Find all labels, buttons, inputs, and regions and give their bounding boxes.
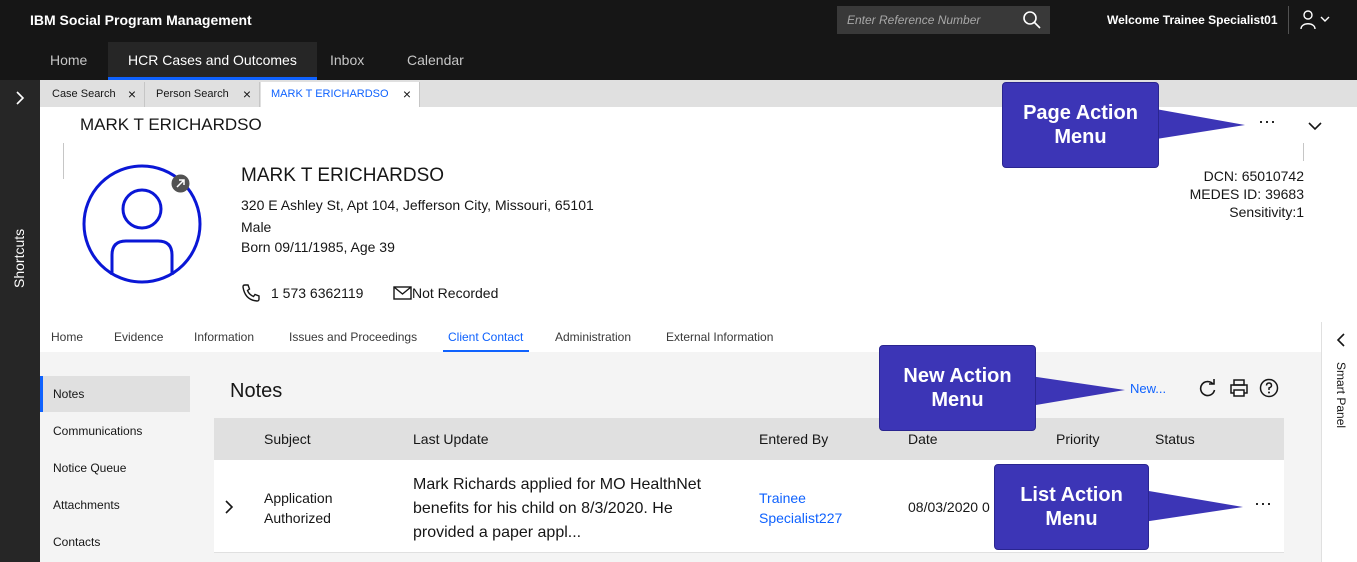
sensitivity-value: Sensitivity:1 xyxy=(1229,204,1304,220)
person-address: 320 E Ashley St, Apt 104, Jefferson City… xyxy=(241,197,594,213)
dcn-value: DCN: 65010742 xyxy=(1203,168,1304,184)
shortcuts-label[interactable]: Shortcuts xyxy=(11,229,27,288)
update-line: benefits for his child on 8/3/2020. He xyxy=(413,500,673,517)
main-nav: Home HCR Cases and Outcomes Inbox Calend… xyxy=(0,42,1357,80)
nav-home[interactable]: Home xyxy=(30,42,107,80)
column-subject[interactable]: Subject xyxy=(264,431,311,447)
update-line: Mark Richards applied for MO HealthNet xyxy=(413,476,702,493)
user-menu-icon[interactable] xyxy=(1299,9,1335,31)
callout-text: Page Action xyxy=(1023,102,1138,124)
page-action-callout: Page Action Menu xyxy=(1002,82,1159,168)
subject-line: Authorized xyxy=(264,510,331,526)
smart-panel: Smart Panel xyxy=(1321,322,1357,562)
nav-inbox[interactable]: Inbox xyxy=(310,42,384,80)
notes-heading: Notes xyxy=(230,380,283,402)
reference-search xyxy=(837,6,1050,34)
entered-by-line: Trainee xyxy=(759,490,806,506)
tab-label: Case Search xyxy=(52,88,116,100)
person-name: MARK T ERICHARDSO xyxy=(241,165,445,186)
nav-hcr-cases[interactable]: HCR Cases and Outcomes xyxy=(108,42,317,80)
callout-text: Menu xyxy=(1045,508,1098,530)
page-action-callout-arrow xyxy=(1150,108,1245,140)
cell-entered-by[interactable]: Trainee Specialist227 xyxy=(759,488,842,528)
chevron-down-icon[interactable] xyxy=(1306,118,1324,134)
person-subtabs: Home Evidence Information Issues and Pro… xyxy=(40,322,1320,352)
chevron-right-icon[interactable] xyxy=(222,498,236,516)
welcome-text: Welcome Trainee Specialist01 xyxy=(1107,13,1278,27)
cell-subject: Application Authorized xyxy=(264,488,333,528)
chevron-left-icon[interactable] xyxy=(1335,332,1347,348)
header-divider xyxy=(1288,6,1289,34)
tab-case-search[interactable]: Case Search × xyxy=(42,82,145,107)
list-action-callout: List Action Menu xyxy=(994,464,1149,550)
chevron-right-icon[interactable] xyxy=(12,90,28,106)
subtab-administration[interactable]: Administration xyxy=(555,330,631,344)
page-title: MARK T ERICHARDSO xyxy=(80,115,262,134)
column-date[interactable]: Date xyxy=(908,431,938,447)
tab-person-record[interactable]: MARK T ERICHARDSO × xyxy=(261,82,420,107)
column-last-update[interactable]: Last Update xyxy=(413,431,489,447)
shortcuts-rail: Shortcuts xyxy=(0,80,40,562)
search-icon[interactable] xyxy=(1022,10,1042,30)
sidenav-notice-queue[interactable]: Notice Queue xyxy=(40,450,190,486)
column-priority[interactable]: Priority xyxy=(1056,431,1100,447)
callout-text: Menu xyxy=(931,389,984,411)
mail-icon xyxy=(393,286,412,300)
page-action-menu-icon[interactable]: ⋯ xyxy=(1258,112,1277,133)
tab-label: MARK T ERICHARDSO xyxy=(271,88,389,100)
person-birth: Born 09/11/1985, Age 39 xyxy=(241,239,395,255)
callout-text: Menu xyxy=(1054,126,1107,148)
subtab-information[interactable]: Information xyxy=(194,330,254,344)
list-action-menu-icon[interactable]: ⋯ xyxy=(1254,494,1273,515)
medes-id-value: MEDES ID: 39683 xyxy=(1189,186,1304,202)
external-link-icon[interactable] xyxy=(171,174,190,193)
callout-text: New Action xyxy=(903,365,1012,387)
callout-text: List Action xyxy=(1020,484,1123,506)
card-divider xyxy=(1303,143,1304,161)
sidenav-notes[interactable]: Notes xyxy=(40,376,190,412)
subject-line: Application xyxy=(264,490,333,506)
tab-person-search[interactable]: Person Search × xyxy=(146,82,260,107)
help-icon[interactable] xyxy=(1259,378,1279,398)
product-name[interactable]: IBM Social Program Management xyxy=(30,12,252,28)
column-status[interactable]: Status xyxy=(1155,431,1195,447)
card-divider xyxy=(63,143,64,179)
new-note-link[interactable]: New... xyxy=(1130,381,1166,396)
subtab-client-contact[interactable]: Client Contact xyxy=(448,330,523,344)
new-action-callout: New Action Menu xyxy=(879,345,1036,431)
print-icon[interactable] xyxy=(1229,378,1249,398)
cell-last-update: Mark Richards applied for MO HealthNet b… xyxy=(413,473,701,545)
subtab-home[interactable]: Home xyxy=(51,330,83,344)
list-action-callout-arrow xyxy=(1143,490,1243,522)
person-phone: 1 573 6362119 xyxy=(271,285,364,301)
column-entered-by[interactable]: Entered By xyxy=(759,431,828,447)
subtab-evidence[interactable]: Evidence xyxy=(114,330,163,344)
tab-label: Person Search xyxy=(156,88,229,100)
entered-by-line: Specialist227 xyxy=(759,510,843,526)
reference-number-input[interactable] xyxy=(837,6,1017,34)
sidenav-attachments[interactable]: Attachments xyxy=(40,487,190,523)
refresh-icon[interactable] xyxy=(1198,378,1218,398)
new-action-callout-arrow xyxy=(1030,376,1125,406)
top-header: IBM Social Program Management Welcome Tr… xyxy=(0,0,1357,42)
smart-panel-label[interactable]: Smart Panel xyxy=(1334,362,1348,428)
cell-date: 08/03/2020 0 xyxy=(908,499,990,515)
update-line: provided a paper appl... xyxy=(413,524,582,541)
close-icon[interactable]: × xyxy=(403,82,411,106)
subtab-issues-proceedings[interactable]: Issues and Proceedings xyxy=(289,330,417,344)
notes-table-header: Subject Last Update Entered By Date Prio… xyxy=(214,418,1284,460)
sidenav-contacts[interactable]: Contacts xyxy=(40,524,190,560)
close-icon[interactable]: × xyxy=(128,82,136,106)
sidenav-communications[interactable]: Communications xyxy=(40,413,190,449)
nav-calendar[interactable]: Calendar xyxy=(387,42,484,80)
phone-icon xyxy=(242,284,260,302)
person-gender: Male xyxy=(241,219,272,235)
close-icon[interactable]: × xyxy=(243,82,251,106)
subtab-external-information[interactable]: External Information xyxy=(666,330,773,344)
person-email: Not Recorded xyxy=(412,285,499,301)
